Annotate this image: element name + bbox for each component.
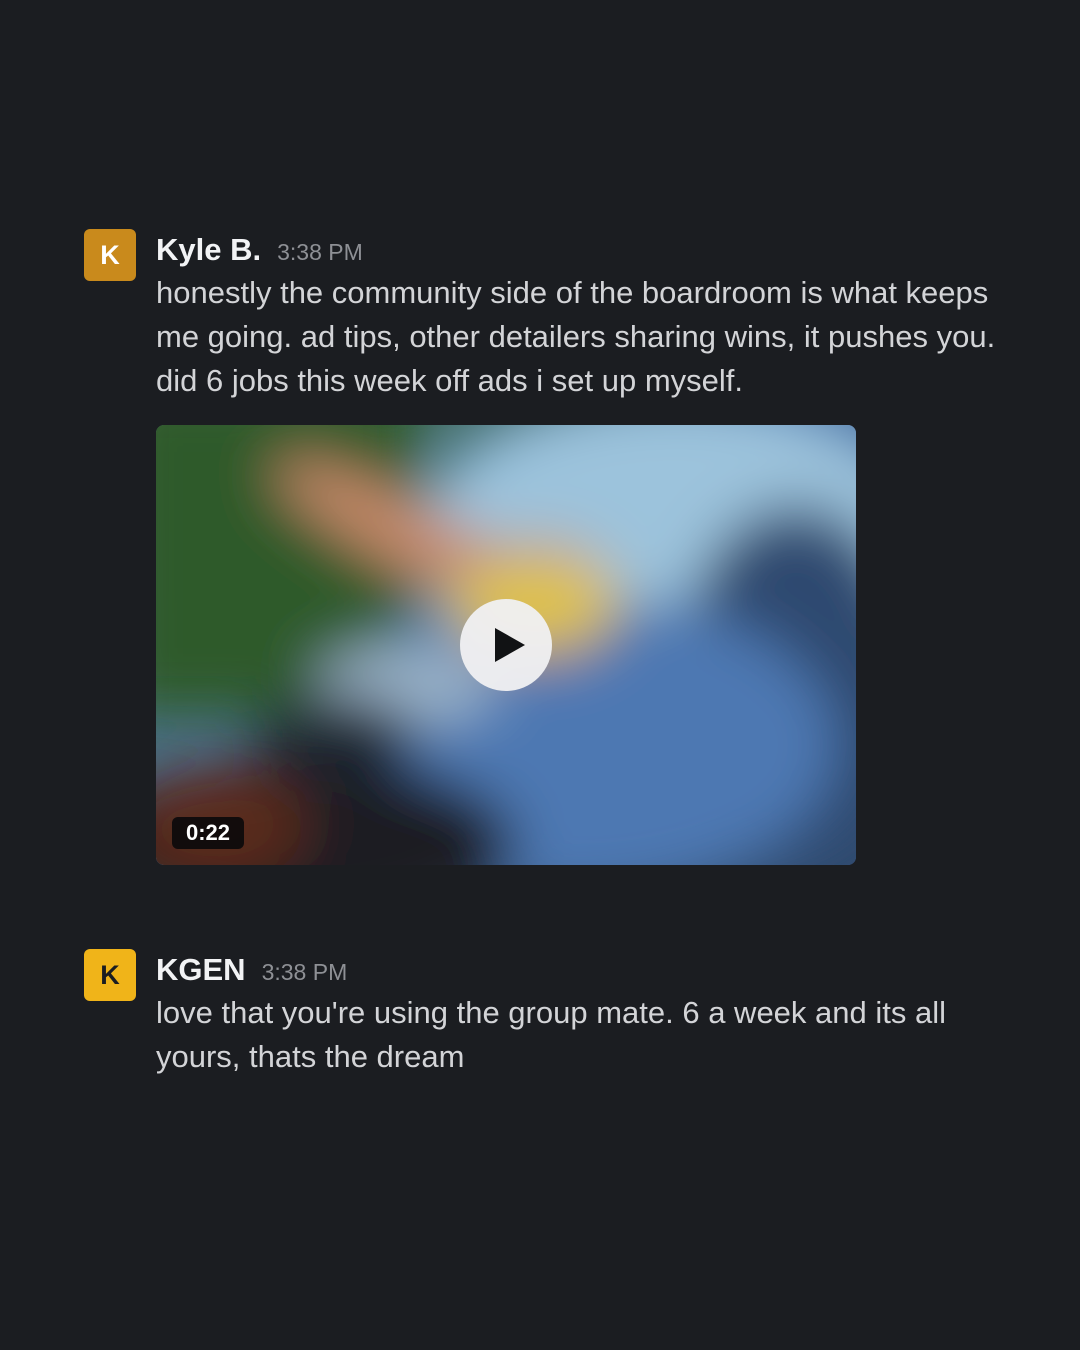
message-text: love that you're using the group mate. 6… xyxy=(156,995,955,1074)
avatar-letter: K xyxy=(100,959,120,990)
message-content: Kyle B. 3:38 PM honestly the community s… xyxy=(156,229,1004,865)
avatar-letter: K xyxy=(100,239,120,270)
video-duration: 0:22 xyxy=(172,817,245,849)
author-name[interactable]: KGEN xyxy=(156,949,246,991)
message-content: KGEN 3:38 PM love that you're using the … xyxy=(156,949,1004,1079)
message-timestamp[interactable]: 3:38 PM xyxy=(277,231,363,273)
author-name[interactable]: Kyle B. xyxy=(156,229,261,271)
avatar[interactable]: K xyxy=(84,229,136,281)
play-button[interactable] xyxy=(460,599,552,691)
message-text: honestly the community side of the board… xyxy=(156,275,1004,398)
avatar[interactable]: K xyxy=(84,949,136,1001)
play-icon xyxy=(495,628,525,662)
message-timestamp[interactable]: 3:38 PM xyxy=(262,951,348,993)
message-header: Kyle B. 3:38 PM xyxy=(156,229,1004,271)
message-header: KGEN 3:38 PM xyxy=(156,949,1004,991)
video-attachment[interactable]: 0:22 xyxy=(156,425,856,865)
